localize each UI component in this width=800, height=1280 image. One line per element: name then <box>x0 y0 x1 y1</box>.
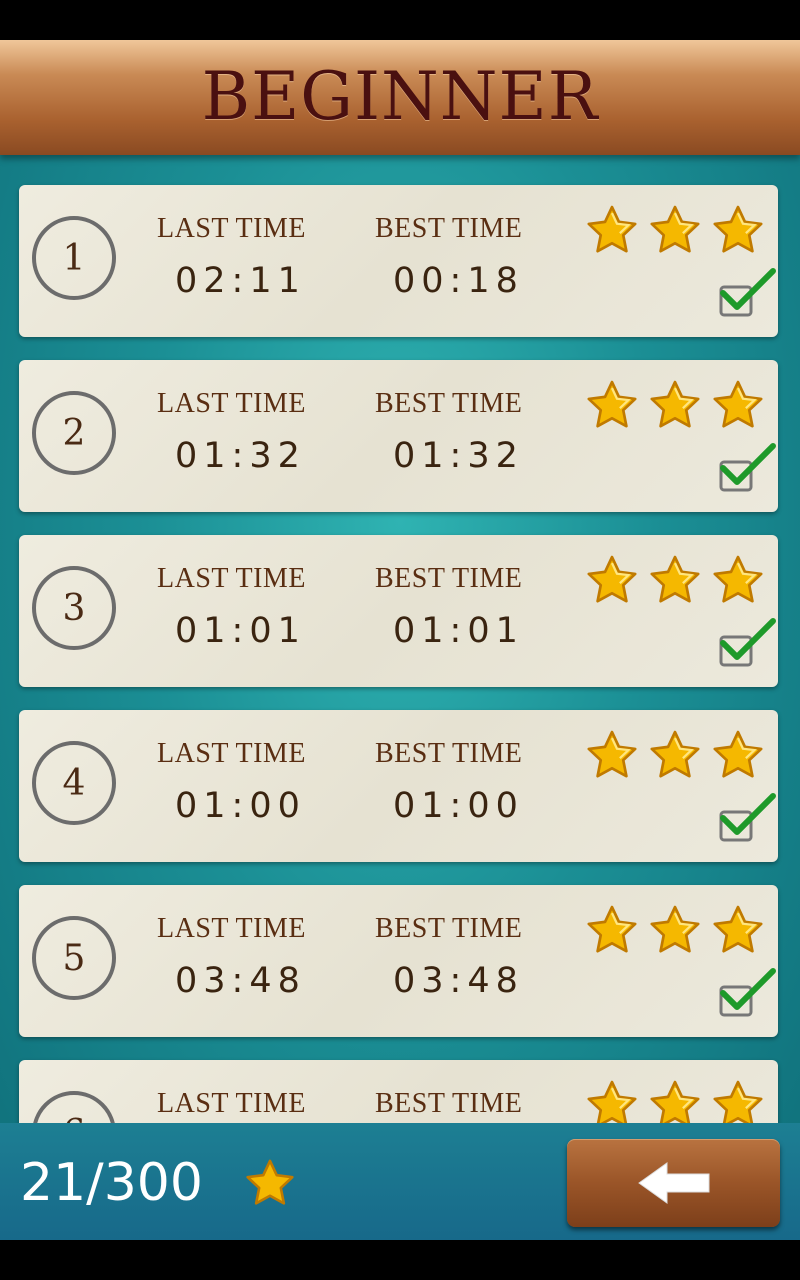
star-icon <box>650 380 700 428</box>
star-icon <box>713 555 763 603</box>
best-time-label: BEST TIME <box>375 563 523 594</box>
star-icon <box>246 1159 294 1205</box>
status-bar <box>0 0 800 40</box>
star-rating <box>585 553 775 609</box>
last-time-label: LAST TIME <box>157 1088 306 1119</box>
best-time-label: BEST TIME <box>375 913 523 944</box>
last-time-label: LAST TIME <box>157 213 306 244</box>
best-time-value: 01:32 <box>393 436 524 476</box>
level-card[interactable]: 4 LAST TIME BEST TIME 01:00 01:00 <box>19 710 778 862</box>
level-card[interactable]: 1 LAST TIME BEST TIME 02:11 00:18 <box>19 185 778 337</box>
last-time-label: LAST TIME <box>157 738 306 769</box>
level-card[interactable]: 3 LAST TIME BEST TIME 01:01 01:01 <box>19 535 778 687</box>
last-time-value: 03:48 <box>175 961 306 1001</box>
best-time-value: 01:00 <box>393 786 524 826</box>
checkmark-icon <box>719 268 776 317</box>
star-rating <box>585 903 775 959</box>
best-time-label: BEST TIME <box>375 1088 523 1119</box>
header-bar: BEGINNER <box>0 40 800 155</box>
level-card[interactable]: 5 LAST TIME BEST TIME 03:48 03:48 <box>19 885 778 1037</box>
checkmark-icon <box>719 443 776 492</box>
footer-bar: 21/300 <box>0 1123 800 1240</box>
star-rating <box>585 378 775 434</box>
star-icon <box>650 730 700 778</box>
star-rating <box>585 203 775 259</box>
star-icon <box>713 730 763 778</box>
back-arrow-icon <box>638 1162 710 1204</box>
page-title: BEGINNER <box>201 58 599 135</box>
level-number: 4 <box>32 741 116 825</box>
best-time-label: BEST TIME <box>375 213 523 244</box>
level-number: 2 <box>32 391 116 475</box>
star-icon <box>587 380 637 428</box>
best-time-value: 03:48 <box>393 961 524 1001</box>
best-time-label: BEST TIME <box>375 738 523 769</box>
level-select-screen: BEGINNER 1 LAST TIME BEST TIME 02:11 00:… <box>0 40 800 1240</box>
back-button[interactable] <box>567 1139 780 1227</box>
level-number: 3 <box>32 566 116 650</box>
star-icon <box>650 205 700 253</box>
last-time-value: 01:32 <box>175 436 306 476</box>
star-icon <box>713 380 763 428</box>
star-icon <box>713 905 763 953</box>
checkmark-icon <box>719 618 776 667</box>
star-icon <box>650 555 700 603</box>
last-time-value: 01:01 <box>175 611 306 651</box>
last-time-value: 02:11 <box>175 261 306 301</box>
best-time-value: 00:18 <box>393 261 524 301</box>
last-time-label: LAST TIME <box>157 563 306 594</box>
star-icon <box>587 555 637 603</box>
star-icon <box>713 205 763 253</box>
star-icon <box>587 1080 637 1123</box>
best-time-label: BEST TIME <box>375 388 523 419</box>
navigation-bar <box>0 1240 800 1280</box>
star-rating <box>585 1078 775 1123</box>
last-time-label: LAST TIME <box>157 388 306 419</box>
level-card[interactable]: 2 LAST TIME BEST TIME 01:32 01:32 <box>19 360 778 512</box>
level-card[interactable]: 6 LAST TIME BEST TIME <box>19 1060 778 1123</box>
last-time-label: LAST TIME <box>157 913 306 944</box>
star-icon <box>587 905 637 953</box>
checkmark-icon <box>719 793 776 842</box>
star-rating <box>585 728 775 784</box>
checkmark-icon <box>719 968 776 1017</box>
last-time-value: 01:00 <box>175 786 306 826</box>
star-icon <box>650 905 700 953</box>
star-icon <box>587 205 637 253</box>
best-time-value: 01:01 <box>393 611 524 651</box>
star-icon <box>713 1080 763 1123</box>
level-number: 5 <box>32 916 116 1000</box>
star-progress-count: 21/300 <box>20 1153 203 1213</box>
star-icon <box>587 730 637 778</box>
level-list[interactable]: 1 LAST TIME BEST TIME 02:11 00:18 2 LAST… <box>0 155 800 1123</box>
star-icon <box>650 1080 700 1123</box>
level-number: 1 <box>32 216 116 300</box>
level-number: 6 <box>32 1091 116 1123</box>
